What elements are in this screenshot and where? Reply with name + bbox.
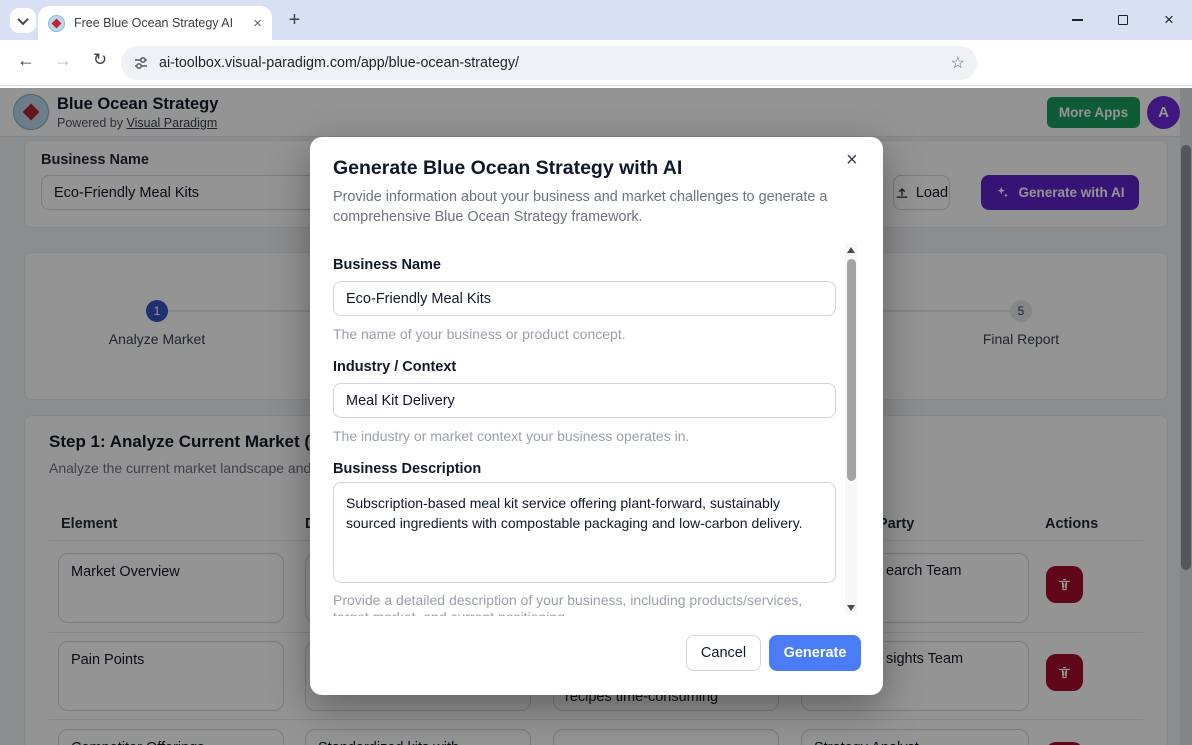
dialog-title: Generate Blue Ocean Strategy with AI [333, 157, 682, 180]
cancel-button[interactable]: Cancel [686, 635, 761, 671]
dialog-scrollbar[interactable] [845, 243, 857, 615]
industry-context-input[interactable]: Meal Kit Delivery [333, 383, 836, 418]
new-tab-button[interactable]: + [283, 9, 306, 32]
generate-button[interactable]: Generate [769, 635, 861, 671]
close-icon: × [1164, 10, 1174, 30]
maximize-icon [1118, 15, 1128, 25]
dialog-subtitle: Provide information about your business … [333, 187, 845, 228]
dialog-scrollbar-thumb[interactable] [847, 259, 856, 481]
address-bar[interactable]: ai-toolbox.visual-paradigm.com/app/blue-… [121, 46, 977, 80]
window-close-button[interactable]: × [1146, 0, 1192, 40]
reload-button[interactable]: ↻ [84, 44, 116, 76]
back-button[interactable]: ← [10, 44, 42, 76]
tab-strip: Free Blue Ocean Strategy AI Too × + × [0, 0, 1192, 40]
site-favicon-icon [48, 15, 65, 32]
window-minimize-button[interactable] [1054, 0, 1100, 40]
business-name-input[interactable]: Eco-Friendly Meal Kits [333, 281, 836, 316]
site-settings-icon[interactable] [133, 55, 149, 71]
tab-title: Free Blue Ocean Strategy AI Too [74, 16, 232, 30]
forward-button[interactable]: → [47, 44, 79, 76]
business-name-label: Business Name [333, 257, 441, 273]
business-description-label: Business Description [333, 461, 481, 477]
window-controls: × [1054, 0, 1192, 40]
tab-search-button[interactable] [10, 8, 36, 33]
business-name-helper: The name of your business or product con… [333, 326, 626, 343]
business-description-textarea[interactable]: Subscription-based meal kit service offe… [333, 482, 836, 583]
bookmark-star-icon[interactable]: ☆ [951, 53, 965, 73]
scroll-up-icon[interactable] [847, 247, 855, 253]
minimize-icon [1072, 19, 1083, 21]
dialog-close-icon[interactable]: × [846, 149, 858, 172]
industry-context-label: Industry / Context [333, 359, 456, 375]
url-text[interactable]: ai-toolbox.visual-paradigm.com/app/blue-… [159, 55, 519, 71]
business-description-helper: Provide a detailed description of your b… [333, 592, 836, 616]
browser-toolbar: ← → ↻ ai-toolbox.visual-paradigm.com/app… [0, 40, 1192, 86]
chevron-down-icon [17, 13, 28, 24]
scroll-down-icon[interactable] [847, 605, 855, 611]
tab-close-icon[interactable]: × [253, 16, 262, 31]
window-maximize-button[interactable] [1100, 0, 1146, 40]
browser-tab[interactable]: Free Blue Ocean Strategy AI Too × [38, 6, 272, 40]
industry-context-helper: The industry or market context your busi… [333, 428, 689, 445]
generate-ai-dialog: × Generate Blue Ocean Strategy with AI P… [310, 137, 883, 695]
browser-window: Free Blue Ocean Strategy AI Too × + × ← … [0, 0, 1192, 745]
